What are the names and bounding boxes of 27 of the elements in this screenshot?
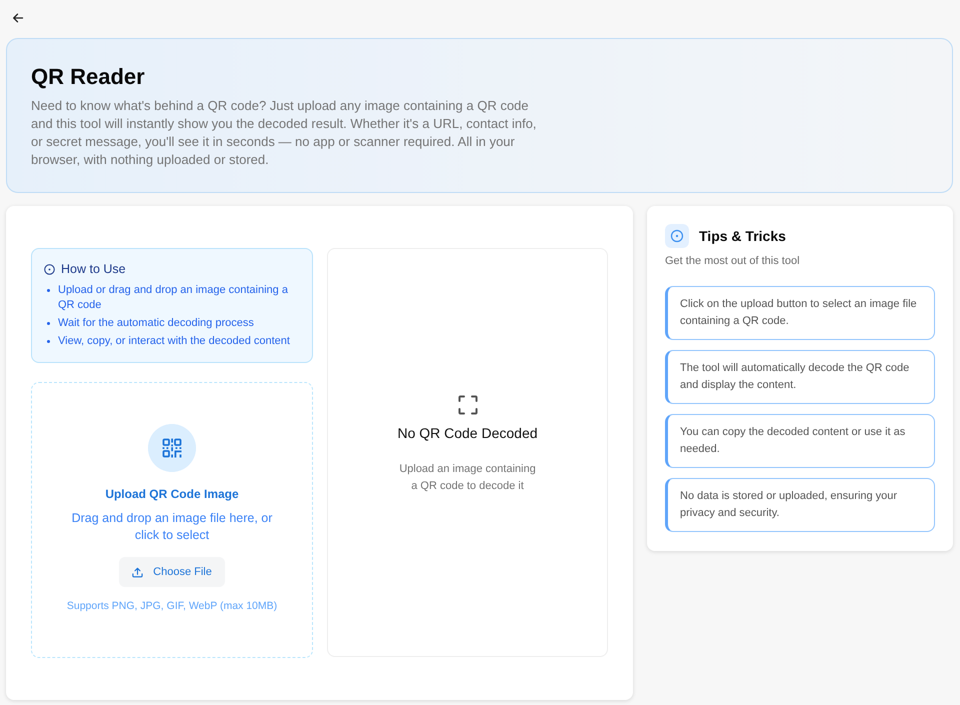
result-title: No QR Code Decoded	[397, 424, 538, 442]
tip-text: You can copy the decoded content or use it as needed.	[665, 414, 935, 468]
upload-title: Upload QR Code Image	[105, 486, 239, 502]
bullet-icon	[47, 289, 50, 292]
page-description: Need to know what's behind a QR code? Just upload any image containing a QR code and this tool will instantly show you the decoded result. Whether it's a URL, contact info, or secret message, you'll see it in seconds — no app or scanner required. All in your browser, with nothing uploaded or stored.	[31, 97, 538, 169]
tip-text: Click on the upload button to select an image file containing a QR code.	[665, 286, 935, 340]
qr-code-icon	[148, 424, 196, 472]
upload-dropzone[interactable]: Upload QR Code Image Drag and drop an image file here, or click to select Choose File Supports PNG, JPG, GIF, WebP (max 10MB)	[31, 382, 313, 658]
how-to-use-title: How to Use	[61, 262, 126, 276]
choose-file-button[interactable]: Choose File	[119, 557, 225, 587]
result-description: Upload an image containing a QR code to decode it	[398, 462, 537, 494]
bullet-icon	[47, 340, 50, 343]
tip-text: The tool will automatically decode the QR code and display the content.	[665, 350, 935, 404]
step-text: Wait for the automatic decoding process	[58, 316, 254, 331]
tips-title: Tips & Tricks	[699, 228, 786, 244]
supported-formats-note: Supports PNG, JPG, GIF, WebP (max 10MB)	[66, 599, 278, 613]
upload-icon	[132, 566, 144, 578]
step-text: View, copy, or interact with the decoded content	[58, 334, 290, 349]
arrow-left-icon	[12, 12, 24, 24]
circle-dot-icon	[44, 264, 55, 274]
step-text: Upload or drag and drop an image containing a QR code	[58, 283, 289, 313]
upload-description: Drag and drop an image file here, or click to select	[70, 510, 274, 544]
bullet-icon	[47, 322, 50, 325]
page-title: QR Reader	[31, 63, 145, 91]
tip-text: No data is stored or uploaded, ensuring your privacy and security.	[665, 478, 935, 532]
tips-subtitle: Get the most out of this tool	[665, 254, 800, 268]
scan-frame-icon	[458, 394, 478, 414]
